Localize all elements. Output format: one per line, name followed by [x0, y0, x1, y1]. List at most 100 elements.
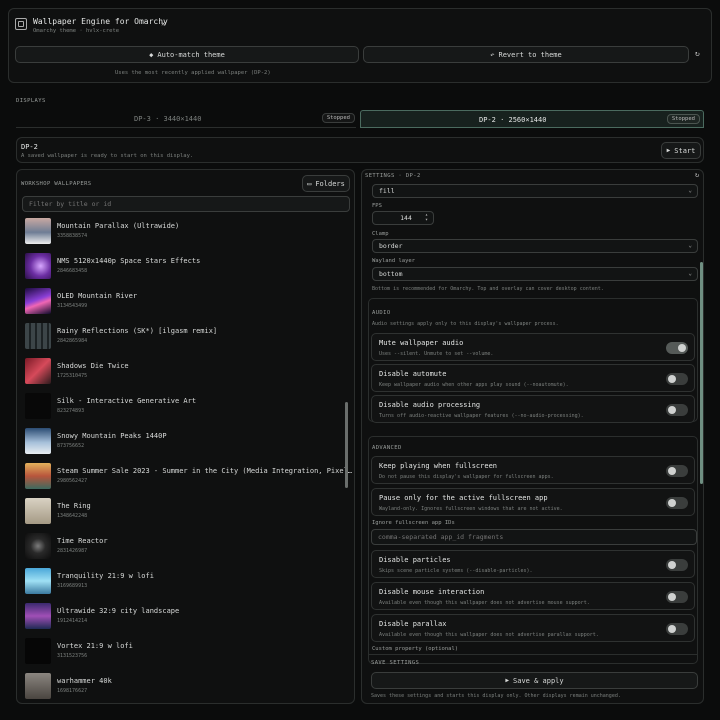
wallpaper-thumbnail: [25, 462, 51, 489]
toggle-switch[interactable]: [666, 342, 688, 354]
list-item[interactable]: Vortex 21:9 w lofi 3131523756: [17, 633, 354, 668]
list-item[interactable]: Mountain Parallax (Ultrawide) 3358838574: [17, 213, 354, 248]
fps-label: FPS: [372, 203, 382, 209]
list-item[interactable]: Snowy Mountain Peaks 1440P 873756652: [17, 423, 354, 458]
layer-select[interactable]: bottom ⌄: [372, 267, 698, 281]
save-hint: Saves these settings and starts this dis…: [371, 693, 621, 699]
wallpaper-thumbnail: [25, 252, 51, 279]
settings-panel: SETTINGS · DP-2 ↻ fill ⌄ FPS 144 ▴ ▾ Clamp …: [361, 169, 704, 704]
list-item[interactable]: NMS 5120x1440p Space Stars Effects 284668…: [17, 248, 354, 283]
clamp-label: Clamp: [372, 231, 389, 237]
workshop-heading: WORKSHOP WALLPAPERS: [21, 181, 92, 187]
list-item[interactable]: Shadows Die Twice 1725310475: [17, 353, 354, 388]
list-item[interactable]: The Ring 1348642248: [17, 493, 354, 528]
play-icon: ▶: [666, 147, 671, 154]
layer-label: Wayland layer: [372, 258, 416, 264]
advanced-section: ADVANCED Keep playing when fullscreen Do…: [368, 436, 698, 664]
save-apply-button[interactable]: ▶ Save & apply: [371, 672, 698, 689]
disable-automute-toggle[interactable]: Disable automute Keep wallpaper audio wh…: [371, 364, 695, 392]
toggle-switch[interactable]: [666, 373, 688, 385]
auto-match-button[interactable]: ◆ Auto-match theme: [15, 46, 359, 63]
ignore-apps-input[interactable]: [371, 529, 697, 545]
wallpaper-thumbnail: [25, 567, 51, 594]
folder-icon: ▭: [307, 179, 312, 188]
wallpaper-thumbnail: [25, 287, 51, 314]
list-item[interactable]: warhammer 40k 1698176627: [17, 668, 354, 703]
wallpaper-thumbnail: [25, 322, 51, 349]
wallpaper-thumbnail: [25, 357, 51, 384]
wallpaper-thumbnail: [25, 392, 51, 419]
status-badge: Stopped: [666, 114, 700, 124]
wallpaper-thumbnail: [25, 497, 51, 524]
list-item[interactable]: Steam Summer Sale 2023 - Summer in the C…: [17, 458, 354, 493]
undo-icon: ↶: [490, 50, 495, 59]
layer-hint: Bottom is recommended for Omarchy. Top a…: [372, 286, 604, 292]
pause-active-fullscreen-toggle[interactable]: Pause only for the active fullscreen app…: [371, 488, 695, 516]
clamp-select[interactable]: border ⌄: [372, 239, 698, 253]
banner-text: A saved wallpaper is ready to start on t…: [21, 153, 194, 159]
disable-mouse-toggle[interactable]: Disable mouse interaction Available even…: [371, 582, 695, 610]
app-header: Wallpaper Engine for Omarchy Omarchy the…: [8, 8, 712, 83]
wallpaper-thumbnail: [25, 637, 51, 664]
toggle-switch[interactable]: [666, 591, 688, 603]
wallpaper-thumbnail: [25, 672, 51, 699]
toggle-switch[interactable]: [666, 623, 688, 635]
toggle-switch[interactable]: [666, 497, 688, 509]
audio-section: AUDIO Audio settings apply only to this …: [368, 298, 698, 423]
wallpaper-thumbnail: [25, 427, 51, 454]
fps-stepper[interactable]: 144 ▴ ▾: [372, 211, 434, 225]
chevron-down-icon: ⌄: [688, 242, 692, 249]
wallpaper-thumbnail: [25, 532, 51, 559]
toggle-switch[interactable]: [666, 559, 688, 571]
refresh-icon[interactable]: ↻: [695, 171, 699, 179]
disable-particles-toggle[interactable]: Disable particles Skips scene particle s…: [371, 550, 695, 578]
chevron-down-icon: ⌄: [688, 187, 692, 194]
ignore-apps-label: Ignore fullscreen app IDs: [372, 520, 455, 526]
disable-parallax-toggle[interactable]: Disable parallax Available even though t…: [371, 614, 695, 642]
disable-audio-processing-toggle[interactable]: Disable audio processing Turns off audio…: [371, 395, 695, 423]
list-item[interactable]: Ultrawide 32:9 city landscape 1912414214: [17, 598, 354, 633]
status-badge: Stopped: [321, 113, 355, 123]
workshop-panel: WORKSHOP WALLPAPERS ▭Folders Mountain Pa…: [16, 169, 355, 704]
refresh-icon[interactable]: ↻: [695, 49, 700, 58]
settings-scrollbar[interactable]: [700, 262, 703, 484]
save-divider: [368, 654, 698, 655]
close-icon[interactable]: ✕: [161, 19, 166, 28]
list-item[interactable]: OLED Mountain River 3134543499: [17, 283, 354, 318]
custom-property-label: Custom property (optional): [372, 646, 459, 652]
settings-heading: SETTINGS · DP-2: [365, 173, 421, 179]
list-item[interactable]: Silk - Interactive Generative Art 8232748…: [17, 388, 354, 423]
app-logo-icon: [15, 18, 27, 30]
tab-dp3[interactable]: DP-3 · 3440×1440 Stopped: [16, 110, 356, 128]
display-banner: DP-2 A saved wallpaper is ready to start…: [16, 137, 704, 163]
list-item[interactable]: Tranquility 21:9 w lofi 3169689913: [17, 563, 354, 598]
settings-scroll[interactable]: fill ⌄ FPS 144 ▴ ▾ Clamp border ⌄ Wayland la…: [362, 182, 698, 703]
list-scrollbar[interactable]: [345, 402, 348, 488]
save-heading: SAVE SETTINGS: [371, 660, 420, 666]
play-icon: ▶: [505, 677, 510, 684]
toggle-switch[interactable]: [666, 465, 688, 477]
chevron-down-icon: ⌄: [688, 270, 692, 277]
wallpaper-thumbnail: [25, 602, 51, 629]
auto-match-hint: Uses the most recently applied wallpaper…: [115, 70, 271, 76]
revert-button[interactable]: ↶ Revert to theme: [363, 46, 689, 63]
folders-button[interactable]: ▭ Folders: [302, 175, 350, 192]
wallpaper-list[interactable]: Mountain Parallax (Ultrawide) 3358838574 …: [17, 213, 354, 703]
start-button[interactable]: ▶ Start: [661, 142, 701, 159]
palette-icon: ◆: [149, 50, 154, 59]
audio-heading: AUDIO: [372, 310, 391, 316]
audio-hint: Audio settings apply only to this displa…: [372, 321, 559, 327]
scaling-select[interactable]: fill ⌄: [372, 184, 698, 198]
banner-title: DP-2: [21, 143, 38, 151]
list-item[interactable]: Time Reactor 2831426987: [17, 528, 354, 563]
mute-audio-toggle[interactable]: Mute wallpaper audio Uses --silent. Unmu…: [371, 333, 695, 361]
app-title: Wallpaper Engine for Omarchy: [33, 17, 168, 26]
stepper-arrows-icon: ▴ ▾: [424, 212, 428, 223]
toggle-switch[interactable]: [666, 404, 688, 416]
list-item[interactable]: Rainy Reflections (SK*) [ilgasm remix] 28…: [17, 318, 354, 353]
filter-input[interactable]: [22, 196, 350, 212]
wallpaper-thumbnail: [25, 217, 51, 244]
tab-dp2[interactable]: DP-2 · 2560×1440 Stopped: [360, 110, 704, 128]
advanced-heading: ADVANCED: [372, 445, 402, 451]
keep-playing-toggle[interactable]: Keep playing when fullscreen Do not paus…: [371, 456, 695, 484]
